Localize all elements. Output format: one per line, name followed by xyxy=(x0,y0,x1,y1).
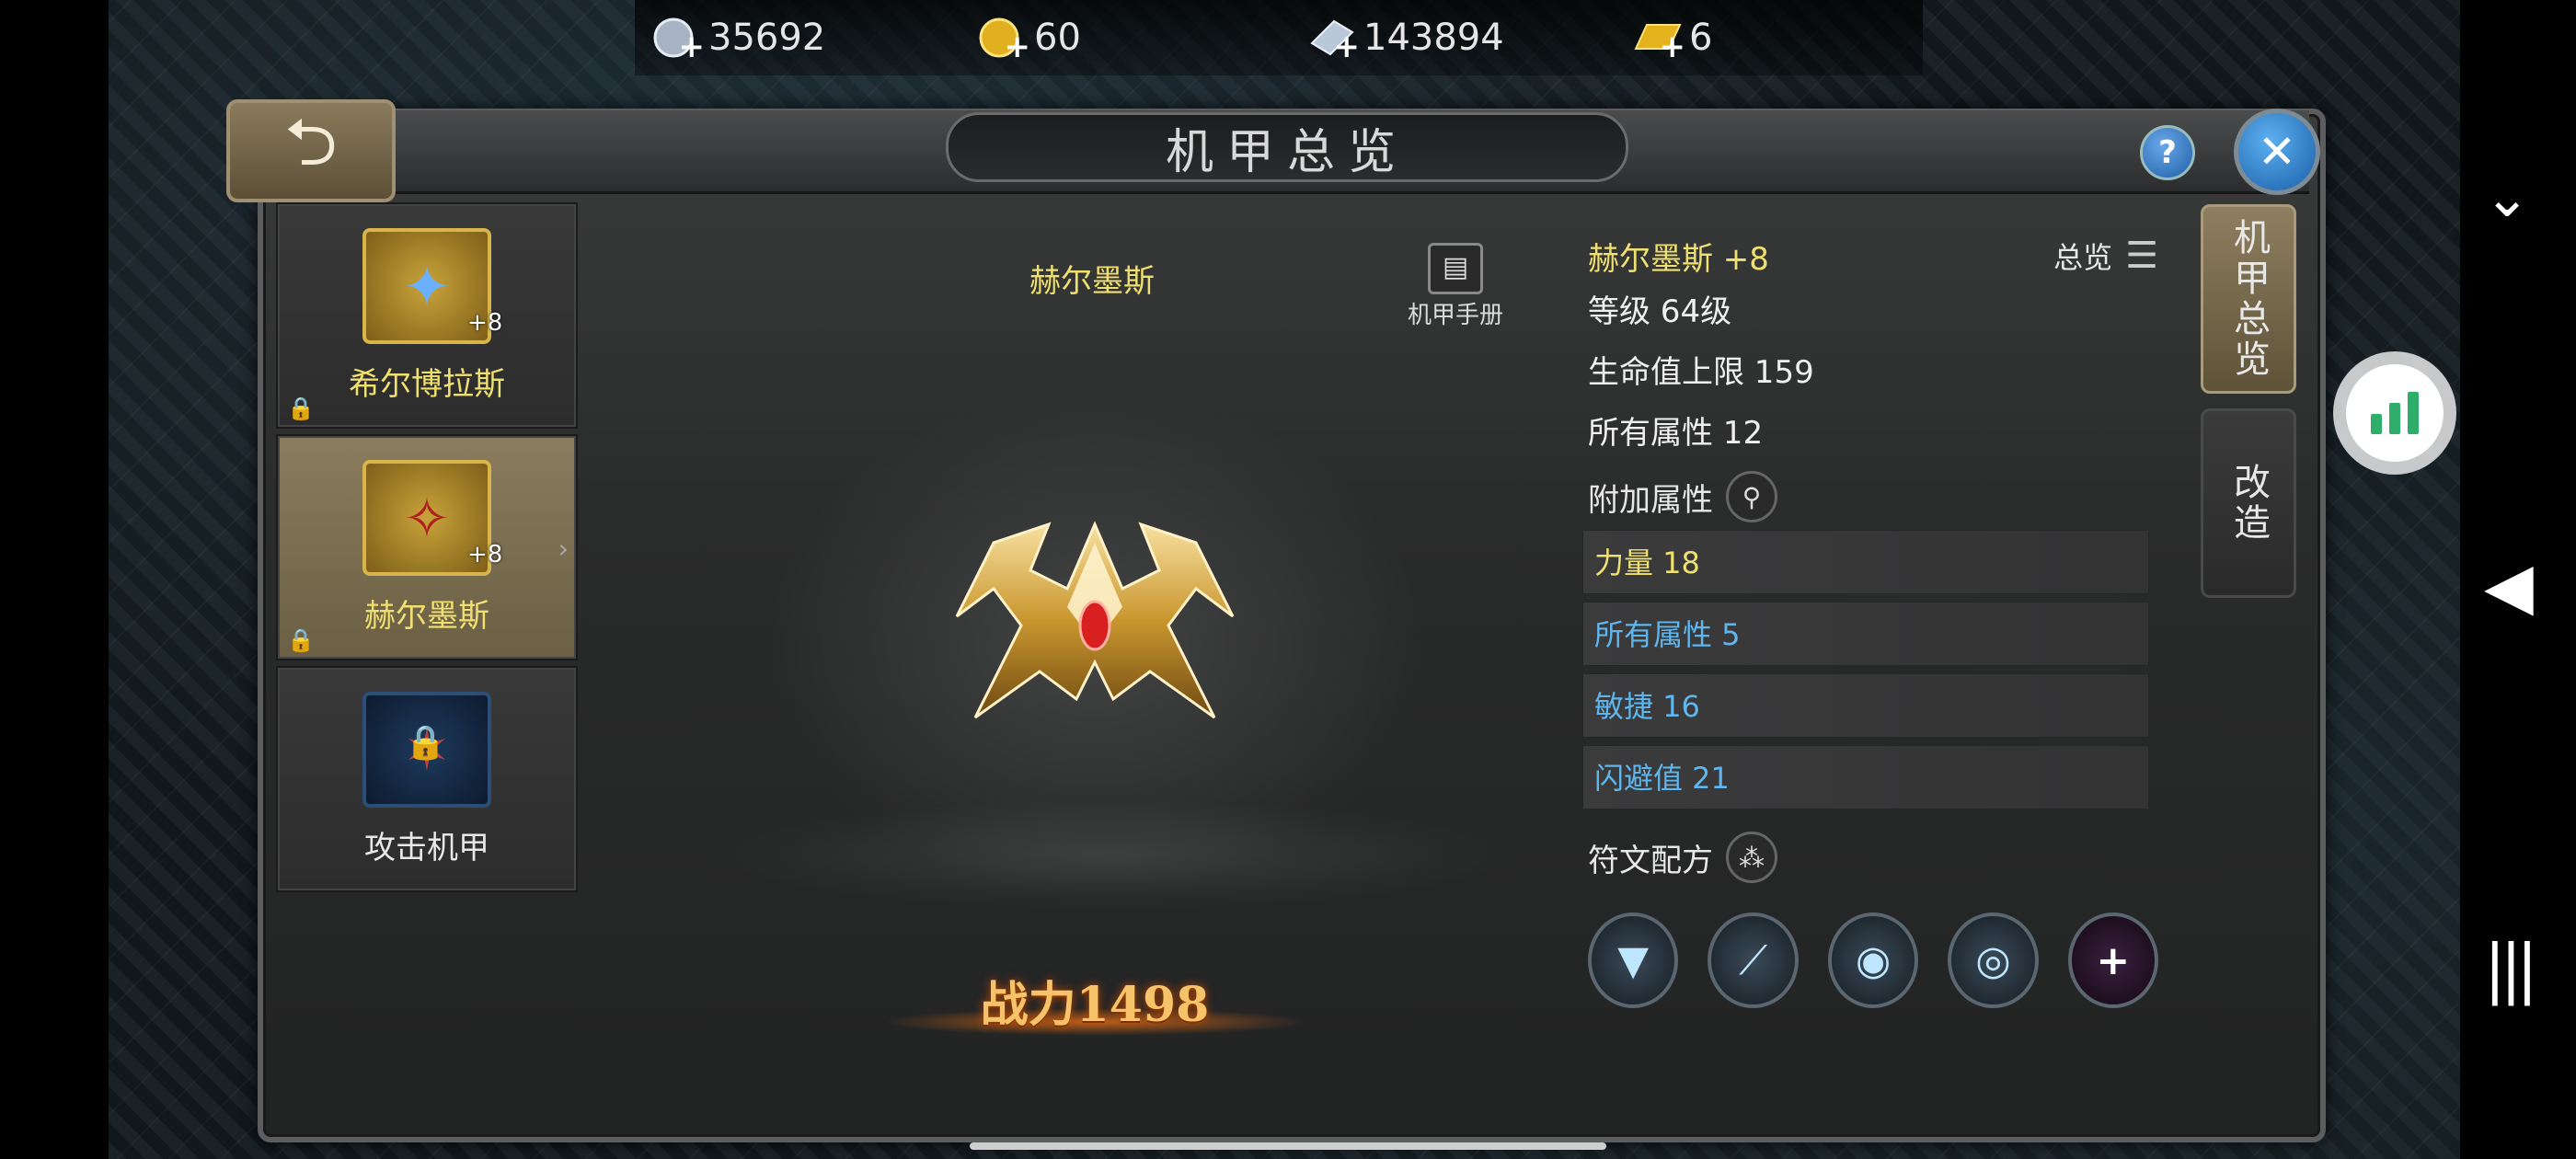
nav-recents-icon[interactable]: ||| xyxy=(2484,931,2538,1006)
hermes-emblem-icon xyxy=(955,521,1235,719)
signal-bars-icon xyxy=(2346,364,2444,462)
ring-rune-icon[interactable]: ◎ xyxy=(1948,912,2039,1008)
crystal-icon: + xyxy=(1306,16,1360,65)
silver-value: 35692 xyxy=(708,17,826,59)
list-icon: ☰ xyxy=(2125,235,2158,277)
attr-row: 敏捷 16 xyxy=(1582,673,2149,738)
crystal-currency[interactable]: + 143894 xyxy=(1306,9,1504,66)
rune-recipe-label: 符文配方 xyxy=(1588,842,1713,879)
mecha-list: ✦ 🔒 +8 希尔博拉斯 ✧ 🔒 +8 赫尔墨斯 › ✶ 🔒 攻击机甲 xyxy=(276,202,578,898)
currency-bar xyxy=(635,0,1923,75)
nav-back-icon[interactable]: ◀ xyxy=(2484,548,2534,624)
additional-attr-label: 附加属性 xyxy=(1588,481,1713,519)
mecha-level: +8 xyxy=(467,309,503,337)
close-icon: ✕ xyxy=(2258,125,2296,178)
silver-currency[interactable]: + 35692 xyxy=(651,9,825,66)
stats-panel: 赫尔墨斯 +8 总览 ☰ 等级 64级 生命值上限 159 所有属性 12 附加… xyxy=(1582,230,2159,1008)
goldbar-value: 6 xyxy=(1689,17,1713,59)
manual-book-icon: ▤ xyxy=(1428,243,1483,294)
orb-rune-icon[interactable]: ◉ xyxy=(1827,912,1919,1008)
floating-assist-button[interactable] xyxy=(2333,351,2456,475)
crystal-value: 143894 xyxy=(1363,17,1504,59)
mecha-name: 希尔博拉斯 xyxy=(349,366,505,403)
attr-row: 所有属性 5 xyxy=(1582,602,2149,666)
overview-toggle[interactable]: 总览 ☰ xyxy=(2053,235,2158,277)
lock-icon: 🔒 xyxy=(405,724,446,762)
chain-rune-icon[interactable]: ⟋ xyxy=(1708,912,1799,1008)
silver-coin-icon: + xyxy=(651,16,705,65)
level-stat: 等级 64级 xyxy=(1588,293,1732,330)
goldbar-currency[interactable]: + 6 xyxy=(1632,9,1712,66)
attr-row: 力量 18 xyxy=(1582,530,2149,594)
combat-power: 战力1498 xyxy=(980,977,1210,1033)
gold-bar-icon: + xyxy=(1632,16,1685,65)
overview-label: 总览 xyxy=(2053,240,2113,275)
stats-mecha-name: 赫尔墨斯 +8 xyxy=(1588,240,1769,278)
mecha-level: +8 xyxy=(467,541,503,568)
manual-label: 机甲手册 xyxy=(1407,302,1503,329)
attr-row: 闪避值 21 xyxy=(1582,745,2149,809)
add-rune-icon[interactable]: + xyxy=(2067,912,2159,1008)
emblem-platform xyxy=(718,800,1509,911)
home-indicator[interactable] xyxy=(970,1142,1606,1150)
gold-currency[interactable]: + 60 xyxy=(977,9,1081,66)
hp-stat: 生命值上限 159 xyxy=(1588,354,1814,391)
close-button[interactable]: ✕ xyxy=(2234,109,2320,195)
all-attr-stat: 所有属性 12 xyxy=(1588,415,1764,452)
question-icon: ? xyxy=(2158,134,2177,171)
mecha-item-attack[interactable]: ✶ 🔒 攻击机甲 xyxy=(276,666,578,892)
chevron-right-icon: › xyxy=(558,534,569,564)
mecha-manual-button[interactable]: ▤ 机甲手册 xyxy=(1402,243,1509,330)
gold-value: 60 xyxy=(1034,17,1081,59)
mecha-item-xierbolasi[interactable]: ✦ 🔒 +8 希尔博拉斯 xyxy=(276,202,578,429)
rune-slots: ▼ ⟋ ◉ ◎ + xyxy=(1588,912,2159,1008)
mecha-name: 攻击机甲 xyxy=(364,830,489,866)
mecha-display-name: 赫尔墨斯 xyxy=(1029,263,1155,300)
tab-mecha-overview[interactable]: 机甲总览 xyxy=(2201,204,2296,394)
window-title: 机甲总览 xyxy=(946,112,1628,182)
gold-coin-icon: + xyxy=(977,16,1030,65)
back-arrow-icon: ⮌ xyxy=(284,103,338,180)
tab-modify[interactable]: 改造 xyxy=(2201,408,2296,598)
mecha-name: 赫尔墨斯 xyxy=(364,598,489,635)
back-button[interactable]: ⮌ xyxy=(226,99,396,202)
mecha-item-hermes[interactable]: ✧ 🔒 +8 赫尔墨斯 › xyxy=(276,434,578,660)
spike-rune-icon[interactable]: ▼ xyxy=(1588,912,1679,1008)
search-icon[interactable]: ⚲ xyxy=(1726,471,1777,522)
rune-info-icon[interactable]: ⁂ xyxy=(1726,832,1777,883)
chevron-down-icon[interactable]: ⌄ xyxy=(2484,166,2530,230)
help-button[interactable]: ? xyxy=(2140,125,2195,180)
